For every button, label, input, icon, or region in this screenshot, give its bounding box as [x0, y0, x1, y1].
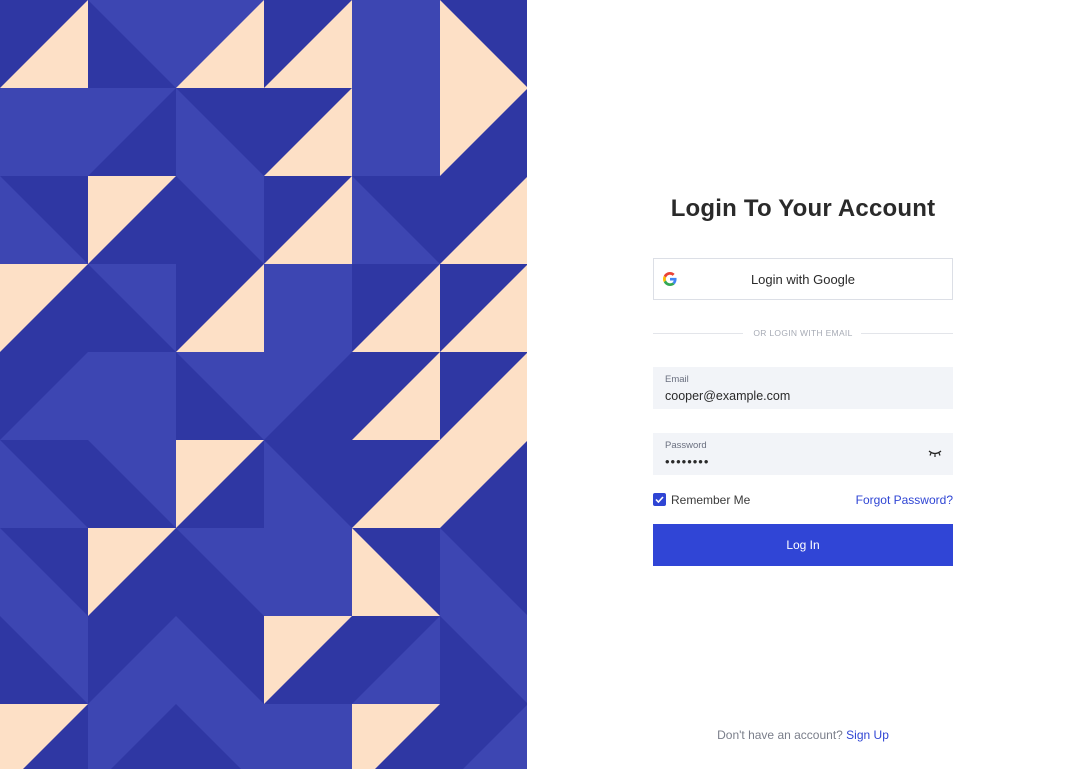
email-label: Email [665, 374, 689, 385]
pattern-tile [264, 264, 352, 352]
check-icon [655, 496, 664, 503]
divider: OR LOGIN WITH EMAIL [653, 327, 953, 341]
checkbox-box[interactable] [653, 493, 666, 506]
signup-prompt: Don't have an account? Sign Up [653, 728, 953, 742]
remember-me-label: Remember Me [671, 493, 751, 507]
pattern-tile [0, 88, 88, 176]
google-login-label: Login with Google [750, 272, 856, 287]
forgot-password-link[interactable]: Forgot Password? [840, 493, 953, 507]
pattern-tile [264, 704, 352, 769]
page-title: Login To Your Account [670, 195, 936, 222]
google-login-button[interactable]: Login with Google [653, 258, 953, 300]
geometric-pattern [0, 0, 527, 769]
password-label: Password [665, 440, 707, 451]
pattern-tile [88, 352, 176, 440]
eye-closed-icon[interactable] [928, 448, 942, 458]
email-field[interactable]: Email [653, 367, 953, 409]
signup-question: Don't have an account? [717, 728, 843, 742]
pattern-tile [352, 88, 440, 176]
login-button[interactable]: Log In [653, 524, 953, 566]
signup-link[interactable]: Sign Up [846, 728, 889, 742]
email-input[interactable] [665, 389, 915, 403]
decorative-art-panel [0, 0, 527, 769]
pattern-tile [352, 0, 440, 88]
password-field[interactable]: Password •••••••• [653, 433, 953, 475]
password-input[interactable]: •••••••• [665, 454, 915, 469]
divider-line-right [861, 333, 953, 334]
pattern-tile [264, 528, 352, 616]
